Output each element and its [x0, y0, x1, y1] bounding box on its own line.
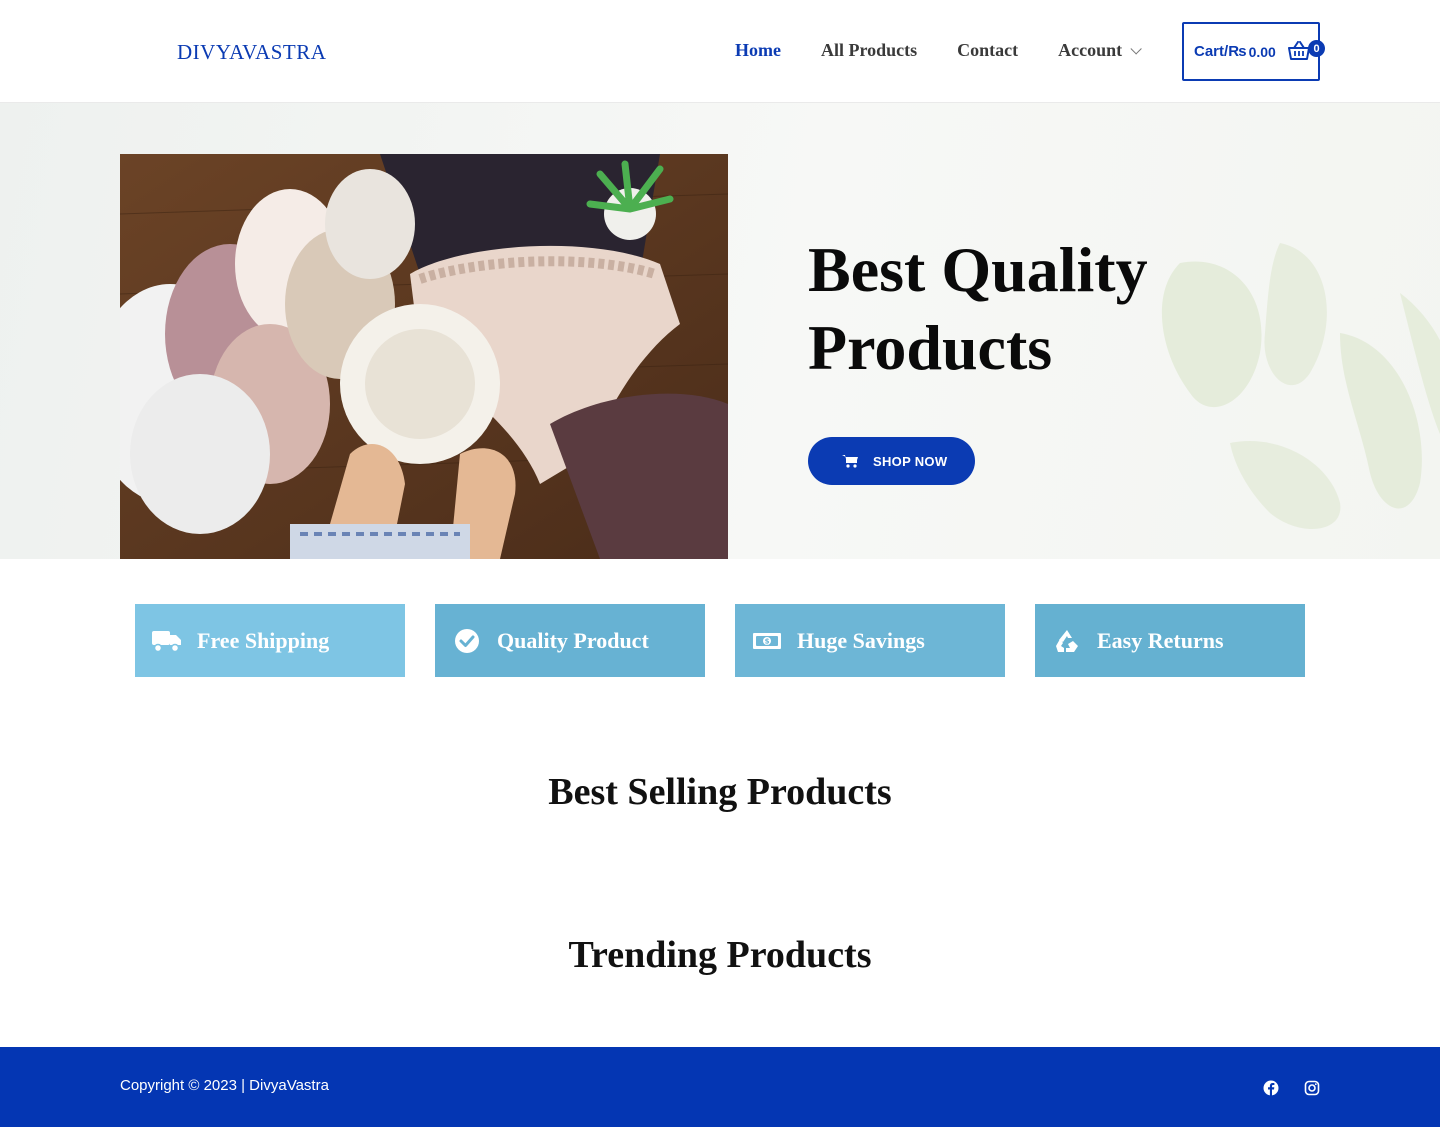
- nav-contact[interactable]: Contact: [957, 40, 1018, 61]
- feature-label: Quality Product: [497, 627, 649, 653]
- hero-product-image: [120, 154, 728, 559]
- truck-icon: [152, 627, 182, 655]
- cart-button[interactable]: Cart/ ₨ 0.00 0: [1182, 22, 1325, 81]
- feature-huge-savings: $ Huge Savings: [735, 604, 1005, 677]
- nav-account[interactable]: Account: [1058, 40, 1142, 61]
- chevron-down-icon: [1130, 42, 1142, 55]
- shop-now-button[interactable]: SHOP NOW: [808, 437, 975, 485]
- nav-account-label: Account: [1058, 40, 1123, 60]
- feature-easy-returns: Easy Returns: [1035, 604, 1305, 677]
- feature-label: Huge Savings: [797, 627, 925, 653]
- feature-free-shipping: Free Shipping: [135, 604, 405, 677]
- shop-now-label: SHOP NOW: [873, 453, 948, 469]
- hero-title: Best Quality Products: [808, 231, 1328, 387]
- nav-home[interactable]: Home: [735, 40, 781, 61]
- recycle-icon: [1052, 627, 1082, 655]
- site-header: DIVYAVASTRA Home All Products Contact Ac…: [0, 0, 1440, 103]
- cart-count-badge: 0: [1308, 40, 1325, 57]
- svg-text:$: $: [765, 637, 770, 645]
- money-icon: $: [752, 627, 782, 655]
- facebook-icon[interactable]: [1263, 1080, 1279, 1096]
- hero-banner: Best Quality Products SHOP NOW: [0, 103, 1440, 559]
- site-footer: Copyright © 2023 | DivyaVastra: [0, 1047, 1440, 1127]
- hero-title-line2: Products: [808, 312, 1053, 383]
- site-logo[interactable]: DIVYAVASTRA: [177, 40, 326, 65]
- feature-label: Easy Returns: [1097, 627, 1224, 653]
- trending-heading: Trending Products: [568, 934, 872, 976]
- hero-title-line1: Best Quality: [808, 234, 1148, 305]
- check-circle-icon: [452, 627, 482, 655]
- cart-currency: ₨: [1228, 43, 1247, 60]
- best-selling-heading: Best Selling Products: [548, 771, 892, 813]
- cart-label: Cart/: [1194, 43, 1229, 60]
- cart-icon: [842, 455, 858, 468]
- feature-quality-product: Quality Product: [435, 604, 705, 677]
- feature-label: Free Shipping: [197, 627, 330, 653]
- cart-amount: 0.00: [1248, 43, 1276, 60]
- copyright-text: Copyright © 2023 | DivyaVastra: [120, 1077, 329, 1094]
- basket-icon: [1288, 41, 1310, 60]
- instagram-icon[interactable]: [1304, 1080, 1320, 1096]
- main-nav: Home All Products Contact Account: [735, 40, 1142, 61]
- nav-all-products[interactable]: All Products: [821, 40, 917, 61]
